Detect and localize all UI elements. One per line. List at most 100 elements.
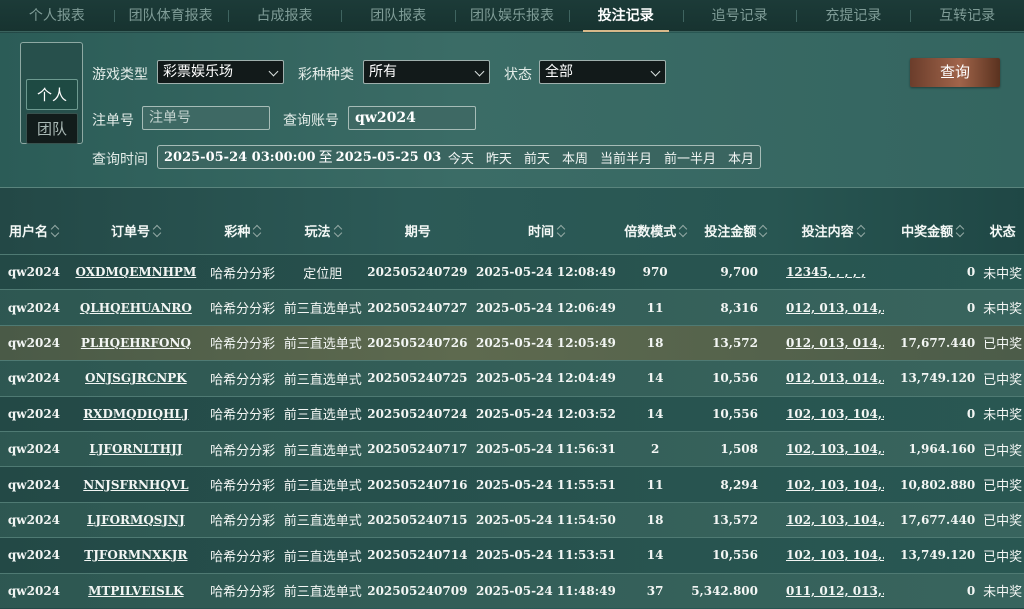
cell-bet-content-link[interactable]: 011, 012, 013,...: [782, 584, 884, 598]
lottery-type-select[interactable]: 所有: [363, 60, 490, 84]
quick-today[interactable]: 今天: [442, 148, 480, 167]
chevron-down-icon: [650, 66, 661, 77]
cell-status: 已中奖: [983, 443, 1023, 459]
cell-username: qw2024: [7, 548, 61, 563]
sort-icon[interactable]: [957, 225, 964, 237]
game-type-select[interactable]: 彩票娱乐场: [157, 60, 284, 84]
cell-order-link[interactable]: LJFORMQSJNJ: [68, 513, 204, 527]
cell-bet-content-link[interactable]: 012, 013, 014,...: [782, 371, 884, 385]
cell-order-link[interactable]: MTPILVEISLK: [68, 584, 204, 598]
cell-order-link[interactable]: LJFORNLTHJJ: [68, 442, 204, 456]
cell-win-amount: 0: [966, 265, 976, 280]
sort-icon[interactable]: [154, 225, 161, 237]
quick-day-before[interactable]: 前天: [518, 148, 556, 167]
lottery-type-value: 所有: [369, 64, 397, 80]
cell-win-amount: 13,749.120: [900, 371, 976, 386]
col-lottery[interactable]: 彩种: [204, 221, 282, 240]
cell-order-link[interactable]: RXDMQDIQHLJ: [68, 407, 204, 421]
table-body: qw2024 OXDMQEMNHPM 哈希分分彩 定位胆 20250524072…: [0, 254, 1024, 608]
quick-yesterday[interactable]: 昨天: [480, 148, 518, 167]
col-order-number[interactable]: 订单号: [68, 221, 204, 240]
tab-deposit-withdraw-records[interactable]: 充提记录: [796, 0, 910, 32]
cell-multiplier: 18: [646, 335, 664, 350]
col-bet-content[interactable]: 投注内容: [782, 221, 884, 240]
cell-multiplier: 14: [646, 371, 664, 386]
cell-username: qw2024: [7, 512, 61, 527]
chevron-down-icon: [268, 66, 279, 77]
cell-bet-content-link[interactable]: 102, 103, 104,...: [782, 407, 884, 421]
col-multiplier[interactable]: 倍数模式: [622, 221, 690, 240]
tab-chase-records[interactable]: 追号记录: [682, 0, 797, 32]
cell-issue: 202505240725: [367, 371, 468, 386]
quick-previous-half-month[interactable]: 前一半月: [658, 148, 722, 167]
cell-bet-content-link[interactable]: 102, 103, 104,...: [782, 548, 884, 562]
cell-issue: 202505240717: [367, 442, 468, 457]
order-number-label: 注单号: [92, 113, 134, 129]
col-bet-amount-label: 投注金额: [704, 224, 757, 240]
team-toggle-button[interactable]: 团队: [26, 113, 78, 144]
cell-multiplier: 11: [646, 300, 664, 315]
sort-icon[interactable]: [254, 225, 261, 237]
col-time[interactable]: 时间: [471, 221, 622, 240]
time-end[interactable]: 2025-05-25 03:00:00: [336, 150, 442, 165]
sort-icon[interactable]: [858, 225, 865, 237]
time-range-field[interactable]: 2025-05-24 03:00:00 至 2025-05-25 03:00:0…: [157, 145, 761, 169]
cell-username: qw2024: [7, 371, 61, 386]
table-row: qw2024 LJFORNLTHJJ 哈希分分彩 前三直选单式 20250524…: [0, 430, 1024, 467]
cell-bet-content-link[interactable]: 12345, , , , ,: [782, 265, 884, 279]
cell-bet-content-link[interactable]: 012, 013, 014,...: [782, 301, 884, 315]
col-bet-amount[interactable]: 投注金额: [690, 221, 782, 240]
tab-team-report[interactable]: 团队报表: [341, 0, 455, 32]
cell-win-amount: 17,677.440: [900, 512, 976, 527]
cell-time: 2025-05-24 12:03:52: [475, 406, 616, 421]
cell-bet-content-link[interactable]: 102, 103, 104,...: [782, 442, 884, 456]
tab-personal-report[interactable]: 个人报表: [0, 0, 114, 32]
table-row: qw2024 MTPILVEISLK 哈希分分彩 前三直选单式 20250524…: [0, 572, 1024, 608]
query-account-input[interactable]: qw2024: [348, 106, 476, 130]
tab-team-sports-report[interactable]: 团队体育报表: [113, 0, 228, 32]
cell-status: 已中奖: [983, 514, 1023, 530]
col-time-label: 时间: [527, 224, 554, 240]
time-start[interactable]: 2025-05-24 03:00:00: [158, 150, 316, 165]
cell-order-link[interactable]: PLHQEHRFONQ: [68, 336, 204, 350]
cell-issue: 202505240716: [367, 477, 468, 492]
cell-order-link[interactable]: OXDMQEMNHPM: [68, 265, 204, 279]
cell-bet-content-link[interactable]: 012, 013, 014,...: [782, 336, 884, 350]
cell-order-link[interactable]: TJFORMNXKJR: [68, 548, 204, 562]
cell-order-link[interactable]: QLHQEHUANRO: [68, 301, 204, 315]
cell-multiplier: 14: [646, 548, 664, 563]
col-multiplier-label: 倍数模式: [624, 224, 677, 240]
col-play-type[interactable]: 玩法: [282, 221, 365, 240]
status-select[interactable]: 全部: [539, 60, 666, 84]
cell-time: 2025-05-24 12:05:49: [475, 335, 616, 350]
personal-toggle-button[interactable]: 个人: [26, 79, 78, 110]
col-username[interactable]: 用户名: [0, 221, 68, 240]
sort-icon[interactable]: [52, 225, 59, 237]
cell-play-type: 前三直选单式: [283, 337, 362, 353]
lottery-type-label: 彩种种类: [298, 67, 354, 83]
order-number-input[interactable]: 注单号: [142, 106, 270, 130]
cell-order-link[interactable]: NNJSFRNHQVL: [68, 478, 204, 492]
cell-lottery: 哈希分分彩: [210, 337, 276, 353]
cell-bet-amount: 13,572: [712, 512, 758, 527]
tab-share-report[interactable]: 占成报表: [227, 0, 342, 32]
quick-this-week[interactable]: 本周: [556, 148, 594, 167]
sort-icon[interactable]: [680, 225, 687, 237]
cell-multiplier: 18: [646, 512, 664, 527]
tab-team-entertainment-report[interactable]: 团队娱乐报表: [455, 0, 569, 32]
quick-current-half-month[interactable]: 当前半月: [594, 148, 658, 167]
cell-order-link[interactable]: ONJSGJRCNPK: [68, 371, 204, 385]
tab-transfer-records[interactable]: 互转记录: [910, 0, 1024, 32]
cell-bet-amount: 9,700: [720, 265, 758, 280]
sort-icon[interactable]: [335, 225, 342, 237]
col-win-amount[interactable]: 中奖金额: [884, 221, 981, 240]
sort-icon[interactable]: [760, 225, 767, 237]
sort-icon[interactable]: [558, 225, 565, 237]
quick-this-month[interactable]: 本月: [722, 148, 760, 167]
cell-bet-content-link[interactable]: 102, 103, 104,...: [782, 478, 884, 492]
table-row: qw2024 NNJSFRNHQVL 哈希分分彩 前三直选单式 20250524…: [0, 466, 1024, 502]
query-button[interactable]: 查询: [910, 58, 1000, 87]
cell-issue: 202505240724: [367, 406, 468, 421]
tab-bet-records[interactable]: 投注记录: [568, 0, 683, 32]
cell-bet-content-link[interactable]: 102, 103, 104,...: [782, 513, 884, 527]
